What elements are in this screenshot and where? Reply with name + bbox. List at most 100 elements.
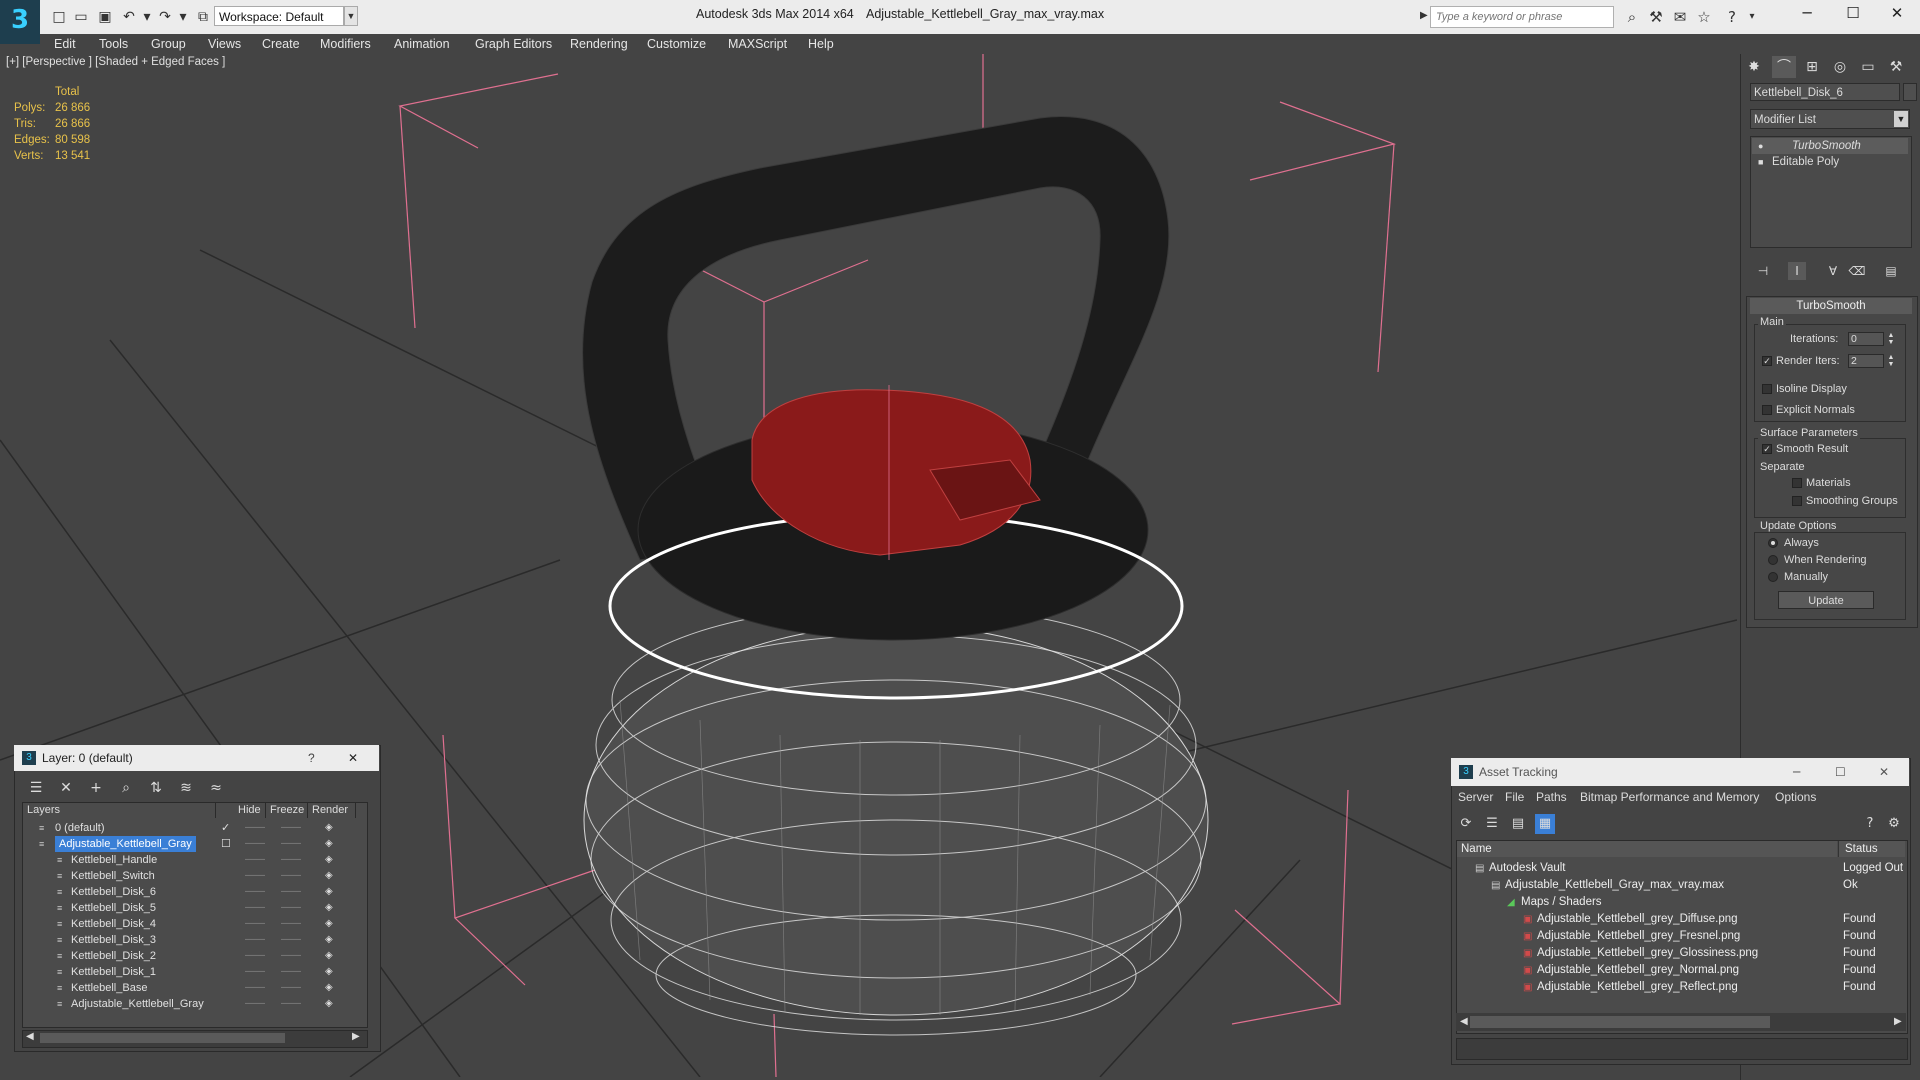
smooth-result-checkbox[interactable]: ✓ [1762,444,1772,454]
render-teapot-icon[interactable]: ◈ [325,916,333,932]
manually-radio[interactable] [1768,572,1778,582]
asset-menu-options[interactable]: Options [1775,790,1816,804]
expand-plus-icon[interactable]: ■ [1758,154,1763,170]
hide-all-layers-icon[interactable]: ≋ [176,778,196,798]
stack-item-turbosmooth[interactable]: ● TurboSmooth [1752,138,1908,154]
menu-customize[interactable]: Customize [647,34,706,54]
scroll-right-icon[interactable]: ▶ [352,1031,360,1042]
show-end-result-icon[interactable]: I [1788,262,1806,280]
layer-row[interactable]: ≡ Kettlebell_Disk_6 —— —— ◈ [23,884,363,900]
freeze-toggle[interactable]: —— [281,964,301,980]
explicit-normals-checkbox[interactable] [1762,405,1772,415]
help-icon[interactable]: ? [1722,7,1742,27]
menu-tools[interactable]: Tools [99,34,128,54]
maximize-icon[interactable]: ☐ [1835,758,1846,786]
motion-tab-icon[interactable]: ◎ [1828,56,1852,78]
render-teapot-icon[interactable]: ◈ [325,996,333,1012]
menu-views[interactable]: Views [208,34,241,54]
object-color-swatch[interactable] [1903,83,1917,101]
render-teapot-icon[interactable]: ◈ [325,884,333,900]
hierarchy-tab-icon[interactable]: ⊞ [1800,56,1824,78]
isoline-display-checkbox[interactable] [1762,384,1772,394]
layer-row[interactable]: ≡ Kettlebell_Handle —— —— ◈ [23,852,363,868]
hide-toggle[interactable]: —— [245,932,265,948]
asset-row[interactable]: ▣ Adjustable_Kettlebell_grey_Normal.png [1457,962,1905,979]
freeze-toggle[interactable]: —— [281,996,301,1012]
layer-settings-icon[interactable]: ☰ [26,778,46,798]
freeze-toggle[interactable]: —— [281,868,301,884]
maximize-icon[interactable]: ☐ [1830,0,1876,26]
help-icon[interactable]: ? [308,745,315,771]
spinner-arrows-icon[interactable]: ▲ ▼ [1886,332,1896,346]
set-active-layer-icon[interactable]: ☐ [221,836,231,852]
spinner-arrows-icon[interactable]: ▲ ▼ [1886,354,1896,368]
search-input[interactable] [1436,9,1606,25]
asset-menu-server[interactable]: Server [1458,790,1493,804]
hide-toggle[interactable]: —— [245,980,265,996]
help-dropdown-icon[interactable]: ▾ [1742,7,1762,27]
scrollbar-thumb[interactable] [1470,1016,1770,1028]
hide-toggle[interactable]: —— [245,964,265,980]
layer-row[interactable]: ≡ Adjustable_Kettlebell_Gray ☐ —— —— ◈ [23,836,363,852]
lightbulb-icon[interactable]: ● [1758,138,1763,154]
iterations-spinner[interactable]: 0 [1848,332,1884,346]
asset-row[interactable]: ▣ Adjustable_Kettlebell_grey_Reflect.png [1457,979,1905,996]
layer-row[interactable]: ≡ Adjustable_Kettlebell_Gray —— —— ◈ [23,996,363,1012]
render-teapot-icon[interactable]: ◈ [325,836,333,852]
configure-modifier-sets-icon[interactable]: ▤ [1882,262,1900,280]
render-teapot-icon[interactable]: ◈ [325,964,333,980]
freeze-toggle[interactable]: —— [281,900,301,916]
asset-row[interactable]: ▤ Adjustable_Kettlebell_Gray_max_vray.max [1457,877,1905,894]
undo-dropdown-icon[interactable]: ▾ [138,8,156,26]
asset-menu-paths[interactable]: Paths [1536,790,1567,804]
layer-window-titlebar[interactable]: 3 Layer: 0 (default) ? ✕ [14,745,379,771]
stack-item-editable-poly[interactable]: ■ Editable Poly [1752,154,1908,170]
menu-create[interactable]: Create [262,34,300,54]
asset-row[interactable]: ▣ Adjustable_Kettlebell_grey_Diffuse.png [1457,911,1905,928]
freeze-all-layers-icon[interactable]: ≈ [206,778,226,798]
subscription-icon[interactable]: ⚒ [1646,7,1666,27]
workspace-dropdown[interactable]: Workspace: Default [214,6,344,26]
render-iters-spinner[interactable]: 2 [1848,354,1884,368]
render-teapot-icon[interactable]: ◈ [325,980,333,996]
viewport-label[interactable]: [+] [Perspective ] [Shaded + Edged Faces… [6,56,225,68]
asset-row[interactable]: ▣ Adjustable_Kettlebell_grey_Glossiness.p… [1457,945,1905,962]
undo-icon[interactable]: ↶ [120,8,138,26]
hide-toggle[interactable]: —— [245,884,265,900]
project-folder-icon[interactable]: ⧉ [194,8,212,26]
layer-row[interactable]: ≡ Kettlebell_Switch —— —— ◈ [23,868,363,884]
layer-row[interactable]: ≡ Kettlebell_Disk_4 —— —— ◈ [23,916,363,932]
freeze-toggle[interactable]: —— [281,980,301,996]
rollout-title[interactable]: TurboSmooth [1750,298,1912,314]
chevron-down-icon[interactable]: ▼ [1894,111,1908,127]
hide-toggle[interactable]: —— [245,868,265,884]
render-iters-checkbox[interactable]: ✓ [1762,356,1772,366]
asset-row[interactable]: ▤ Autodesk Vault [1457,860,1905,877]
asset-menu-bitmap[interactable]: Bitmap Performance and Memory [1580,790,1759,804]
update-button[interactable]: Update [1778,591,1874,609]
expand-search-icon[interactable]: ▶ [1420,10,1428,21]
redo-icon[interactable]: ↷ [156,8,174,26]
hide-toggle[interactable]: —— [245,852,265,868]
freeze-toggle[interactable]: —— [281,836,301,852]
render-teapot-icon[interactable]: ◈ [325,948,333,964]
thumbnail-view-icon[interactable]: ▤ [1508,814,1528,834]
menu-animation[interactable]: Animation [394,34,450,54]
freeze-toggle[interactable]: —— [281,820,301,836]
create-tab-icon[interactable]: ✸ [1742,56,1766,78]
refresh-icon[interactable]: ⟳ [1456,814,1476,834]
layer-row[interactable]: ≡ Kettlebell_Disk_2 —— —— ◈ [23,948,363,964]
communication-icon[interactable]: ✉ [1670,7,1690,27]
asset-row[interactable]: ◢ Maps / Shaders [1457,894,1905,911]
new-file-icon[interactable]: □ [50,8,68,26]
layer-row[interactable]: ≡ Kettlebell_Disk_1 —— —— ◈ [23,964,363,980]
smoothing-groups-checkbox[interactable] [1792,496,1802,506]
modifier-list-dropdown[interactable]: Modifier List [1750,109,1910,129]
hide-toggle[interactable]: —— [245,948,265,964]
freeze-toggle[interactable]: —— [281,948,301,964]
materials-checkbox[interactable] [1792,478,1802,488]
minimize-icon[interactable]: ─ [1784,0,1830,26]
render-teapot-icon[interactable]: ◈ [325,820,333,836]
layer-row[interactable]: ≡ Kettlebell_Disk_5 —— —— ◈ [23,900,363,916]
favorites-star-icon[interactable]: ☆ [1694,7,1714,27]
